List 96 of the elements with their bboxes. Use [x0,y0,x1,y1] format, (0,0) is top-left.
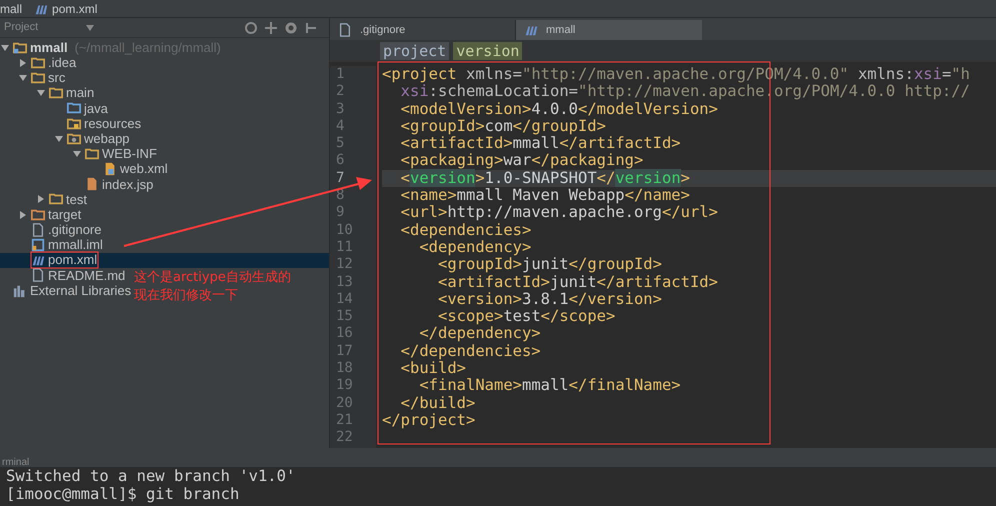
line-number: 3 [336,100,344,118]
tree-item[interactable]: web.xml [0,162,170,177]
tree-item[interactable]: README.md [0,268,128,283]
code-line: <groupId>com</groupId> [400,118,607,136]
module-file-icon [31,238,45,252]
file-icon [85,177,99,192]
breadcrumb[interactable]: mall [0,0,22,18]
tree-item[interactable]: resources [0,116,144,132]
line-number: 7 [336,170,344,188]
line-number: 11 [336,238,353,256]
terminal-line: Switched to a new branch 'v1.0' [6,467,296,485]
code-line: <dependency> [419,238,532,256]
code-line: <scope>test</scope> [436,308,616,326]
folder-icon [49,192,63,206]
expanded-caret-icon[interactable] [19,74,27,82]
code-line: <dependencies> [400,222,532,239]
breadcrumb[interactable]: project [380,42,450,60]
tree-item[interactable]: .gitignore [0,222,104,238]
line-number: 22 [336,429,353,447]
expanded-caret-icon[interactable] [55,134,63,143]
tree-item[interactable]: webapp [0,131,132,146]
editor-tab[interactable]: mmall [516,20,702,40]
line-number: 13 [336,274,353,291]
breadcrumb[interactable]: version [453,42,522,60]
dropdown-caret-icon[interactable] [86,24,94,30]
tree-item[interactable]: WEB-INF [0,146,159,162]
tree-item[interactable]: External Libraries [0,283,134,298]
collapsed-caret-icon[interactable] [37,195,45,204]
breadcrumb[interactable]: pom.xml [52,0,98,18]
folder-icon [67,116,81,131]
terminal-title[interactable]: rminal [0,457,30,468]
collapse-icon[interactable] [265,22,277,34]
terminal-line: [imooc@mmall]$ git branch [6,485,240,503]
tree-item[interactable]: pom.xml [0,252,329,268]
panel-title[interactable]: Project [4,19,38,36]
tree-item[interactable]: index.jsp [0,176,156,192]
line-number: 1 [336,66,344,84]
code-line: <artifactId>mmall</artifactId> [400,135,682,152]
expanded-caret-icon[interactable] [73,150,81,158]
file-icon [338,23,352,37]
folder-icon [31,70,45,85]
collapsed-caret-icon[interactable] [19,210,27,219]
expanded-caret-icon[interactable] [1,44,9,52]
folder-icon [13,40,27,55]
line-number: 6 [336,152,344,170]
target-icon[interactable] [245,22,257,34]
line-number: 16 [336,325,353,343]
line-number: 12 [336,256,353,274]
line-number: 15 [336,308,353,326]
folder-icon [85,146,99,161]
folder-icon [67,101,81,116]
library-icon [13,284,27,298]
code-line: <name>mmall Maven Webapp</name> [400,187,691,204]
code-line: <artifactId>junit</artifactId> [436,274,719,291]
tree-item[interactable]: .idea [0,55,78,70]
code-line: <groupId>junit</groupId> [438,256,663,274]
code-line: <version>3.8.1</version> [436,290,663,308]
tree-item[interactable]: main [0,86,96,101]
code-line: </build> [400,394,476,412]
code-line: </dependency> [418,325,541,343]
code-line: </dependencies> [400,342,542,360]
line-number: 21 [336,412,353,430]
folder-icon [49,86,63,100]
folder-icon [31,208,45,222]
hide-icon[interactable] [305,22,317,34]
xml-file-icon [103,162,117,176]
code-line: <finalName>mmall</finalName> [418,377,682,395]
tree-item[interactable]: test [0,192,89,208]
settings-icon[interactable] [285,22,297,34]
file-icon [31,268,45,282]
code-line: <url>http://maven.apache.org</url> [400,204,719,222]
line-number: 10 [336,222,353,239]
line-number: 5 [336,135,344,152]
line-number: 20 [336,394,353,412]
line-number: 9 [336,204,344,222]
collapsed-caret-icon[interactable] [19,58,27,67]
line-number: 14 [336,290,353,308]
folder-icon [31,56,45,70]
folder-icon [67,132,81,146]
code-line: <build> [400,360,466,378]
code-line: </project> [382,412,476,430]
line-number: 17 [336,342,353,360]
file-icon [31,222,45,237]
line-number: 4 [336,118,344,136]
tree-item[interactable]: java [0,100,110,116]
line-number: 19 [336,377,353,395]
expanded-caret-icon[interactable] [37,89,45,98]
tree-item[interactable]: mmall.iml [0,237,105,253]
annotation-text: 这个是arctiype自动生成的 现在我们修改一下 [134,269,291,305]
tree-item[interactable]: target [0,207,84,222]
code-line: <packaging>war</packaging> [400,152,644,170]
line-number: 2 [336,83,344,101]
code-line: <modelVersion>4.0.0</modelVersion> [400,100,719,118]
tree-item[interactable]: src [0,70,68,86]
highlight-rectangle [30,252,98,268]
line-number: 18 [336,360,353,378]
